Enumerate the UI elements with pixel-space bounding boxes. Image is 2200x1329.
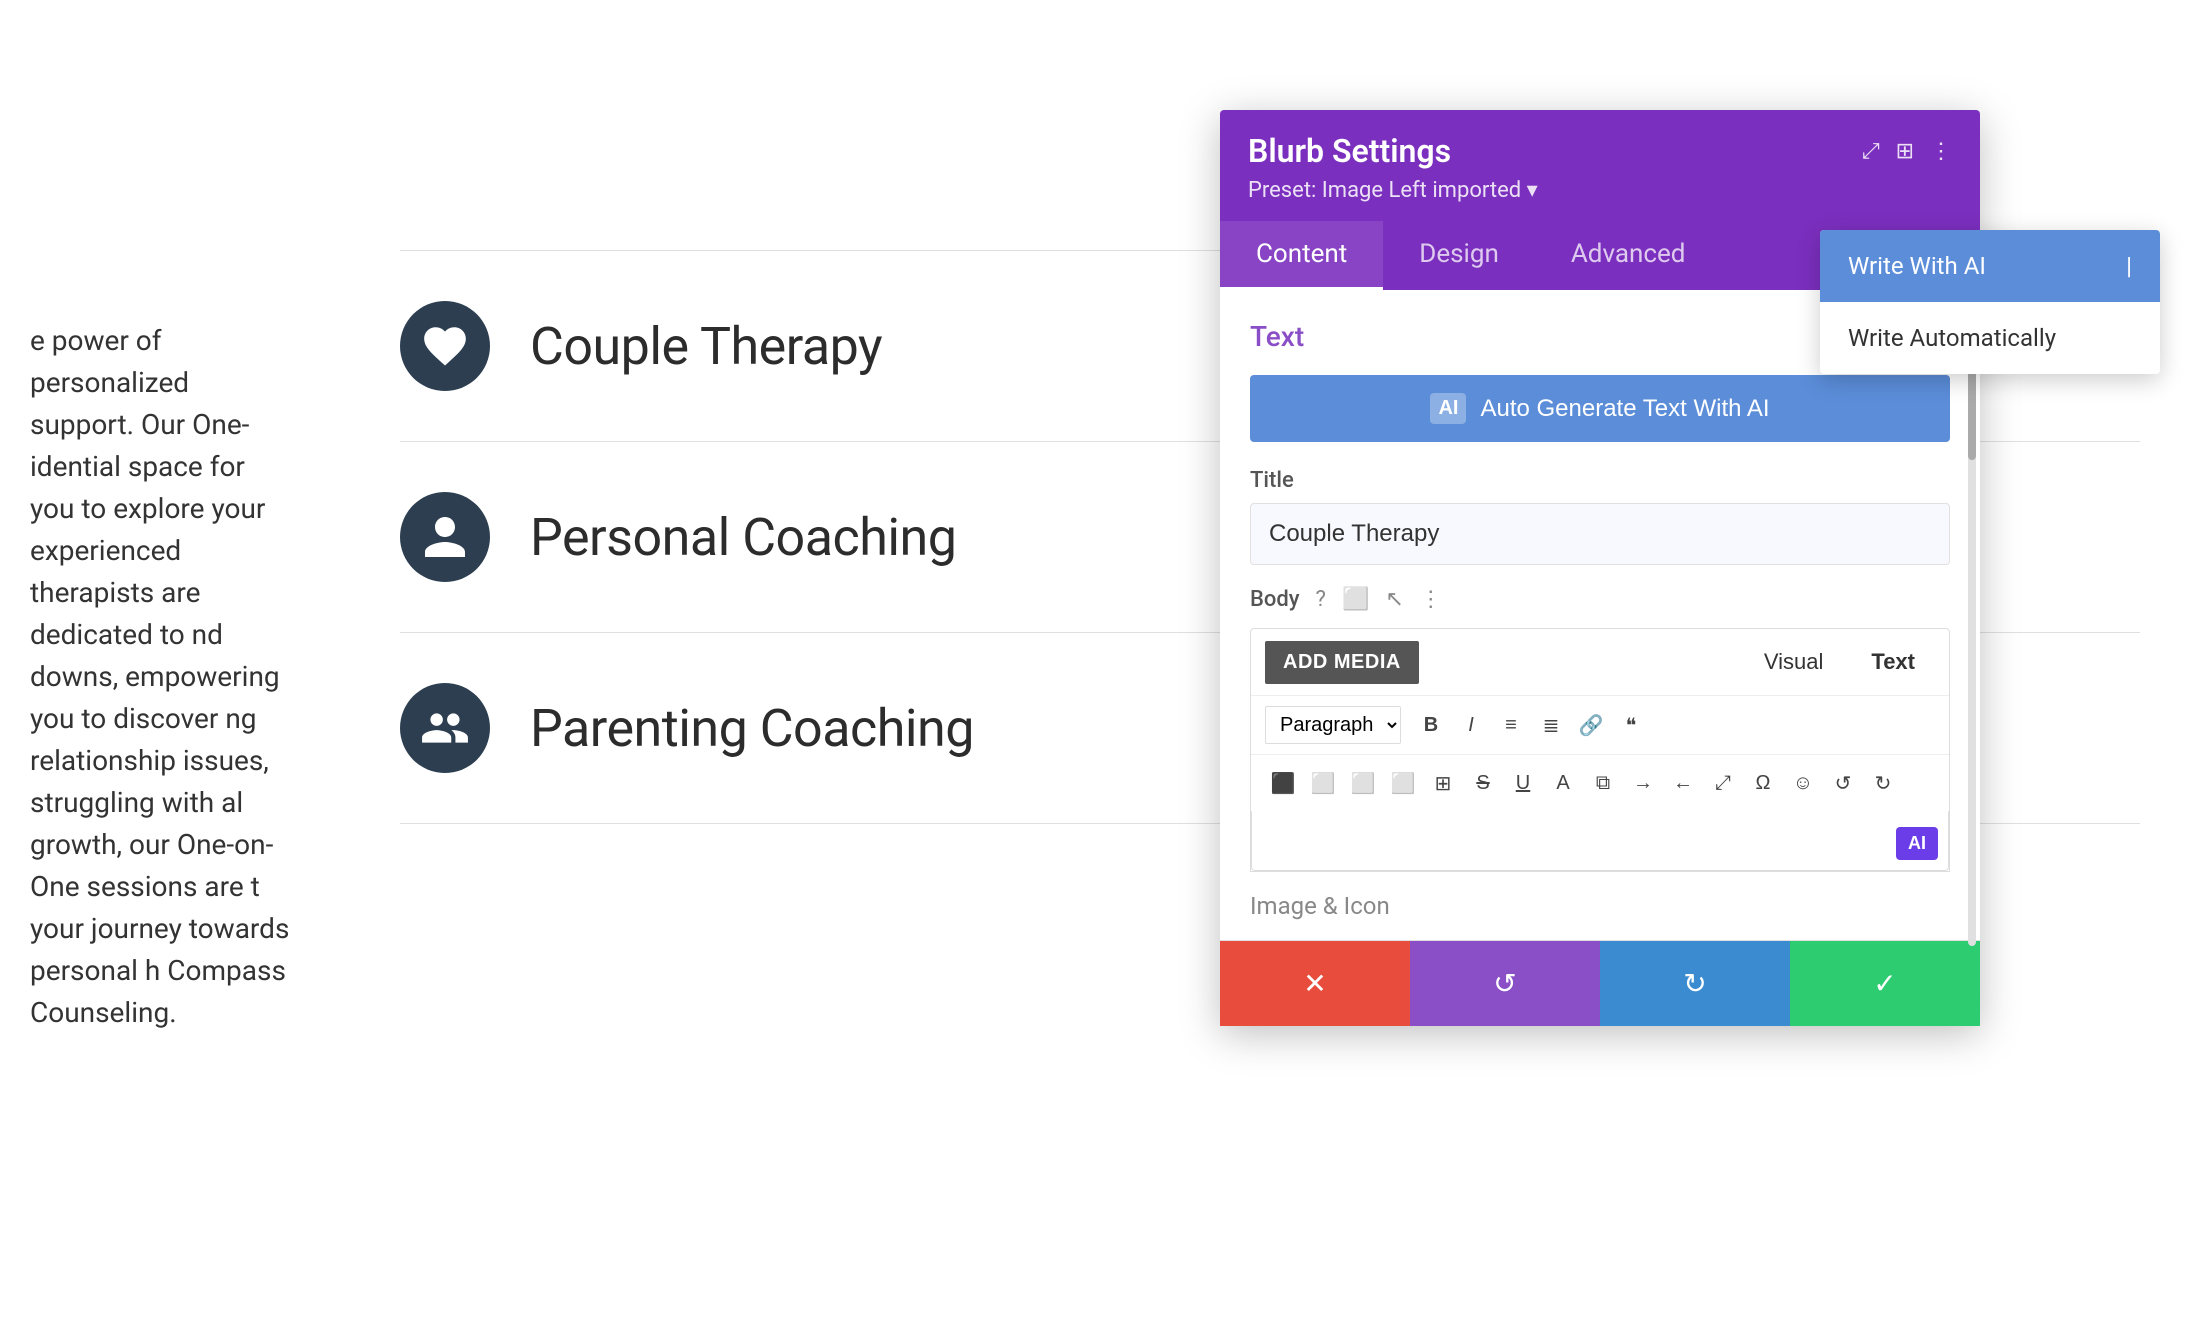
visual-view-button[interactable]: Visual <box>1744 639 1844 685</box>
tab-advanced[interactable]: Advanced <box>1535 221 1722 290</box>
person-svg-icon <box>420 512 470 562</box>
undo-editor-button[interactable]: ↺ <box>1825 765 1861 801</box>
underline-button[interactable]: U <box>1505 765 1541 801</box>
body-field-label: Body <box>1250 587 1300 612</box>
editor-toolbar: ADD MEDIA Visual Text Paragraph Heading … <box>1250 628 1950 872</box>
left-text-panel: e power of personalized support. Our One… <box>0 0 320 1329</box>
redo-button[interactable]: ↻ <box>1600 941 1790 1026</box>
text-color-button[interactable]: A <box>1545 765 1581 801</box>
write-with-ai-option[interactable]: Write With AI | <box>1820 230 2160 302</box>
panel-title: Blurb Settings <box>1248 132 1451 170</box>
cancel-button[interactable]: ✕ <box>1220 941 1410 1026</box>
editor-body[interactable]: AI <box>1251 811 1949 871</box>
image-icon-section-label: Image & Icon <box>1250 892 1950 920</box>
special-chars-button[interactable]: Ω <box>1745 765 1781 801</box>
title-field-label: Title <box>1250 468 1950 493</box>
personal-coaching-icon <box>400 492 490 582</box>
panel-preset[interactable]: Preset: Image Left imported ▾ <box>1248 178 1952 203</box>
add-media-button[interactable]: ADD MEDIA <box>1265 641 1419 684</box>
heart-svg-icon <box>420 321 470 371</box>
bold-button[interactable]: B <box>1413 707 1449 743</box>
columns-icon[interactable]: ⊞ <box>1896 139 1914 164</box>
ai-dropdown-menu: Write With AI | Write Automatically <box>1820 230 2160 374</box>
write-automatically-option[interactable]: Write Automatically <box>1820 302 2160 374</box>
text-section-title: Text <box>1250 320 1304 353</box>
fullscreen-button[interactable]: ⤢ <box>1705 765 1741 801</box>
tab-content[interactable]: Content <box>1220 221 1383 290</box>
body-more-icon[interactable]: ⋮ <box>1420 587 1442 612</box>
description-text: e power of personalized support. Our One… <box>30 320 290 1034</box>
expand-icon[interactable]: ⤢ <box>1862 139 1880 164</box>
undo-button[interactable]: ↺ <box>1410 941 1600 1026</box>
text-view-button[interactable]: Text <box>1851 639 1935 685</box>
ai-small-button[interactable]: AI <box>1896 827 1938 860</box>
copy-button[interactable]: ⧉ <box>1585 765 1621 801</box>
cursor-icon[interactable]: ↖ <box>1385 587 1403 612</box>
couple-therapy-label: Couple Therapy <box>530 316 882 377</box>
outdent-button[interactable]: ← <box>1665 765 1701 801</box>
italic-button[interactable]: I <box>1453 707 1489 743</box>
toolbar-top-row: ADD MEDIA Visual Text <box>1251 629 1949 696</box>
help-icon[interactable]: ? <box>1316 587 1326 612</box>
title-input[interactable] <box>1250 503 1950 565</box>
couple-therapy-icon <box>400 301 490 391</box>
ai-generate-label: Auto Generate Text With AI <box>1480 395 1769 423</box>
paragraph-select[interactable]: Paragraph Heading 1 Heading 2 Heading 3 <box>1265 706 1401 744</box>
more-vert-icon[interactable]: ⋮ <box>1930 139 1952 164</box>
unordered-list-button[interactable]: ≡ <box>1493 707 1529 743</box>
toolbar-align-row: ⬛ ⬜ ⬜ ⬜ ⊞ S U A ⧉ → ← ⤢ Ω ☺ ↺ ↻ <box>1251 755 1949 811</box>
panel-header: Blurb Settings ⤢ ⊞ ⋮ Preset: Image Left … <box>1220 110 1980 221</box>
quote-button[interactable]: ❝ <box>1613 707 1649 743</box>
panel-scrollbar[interactable] <box>1968 340 1976 946</box>
ai-generate-button[interactable]: AI Auto Generate Text With AI <box>1250 375 1950 442</box>
strikethrough-button[interactable]: S <box>1465 765 1501 801</box>
personal-coaching-label: Personal Coaching <box>530 507 956 568</box>
cursor-indicator: | <box>2126 252 2132 280</box>
link-button[interactable]: 🔗 <box>1573 707 1609 743</box>
panel-header-icons: ⤢ ⊞ ⋮ <box>1862 139 1952 164</box>
align-justify-button[interactable]: ⬜ <box>1385 765 1421 801</box>
table-button[interactable]: ⊞ <box>1425 765 1461 801</box>
ai-icon: AI <box>1430 393 1466 424</box>
parenting-coaching-label: Parenting Coaching <box>530 698 974 759</box>
parenting-coaching-icon <box>400 683 490 773</box>
tab-design[interactable]: Design <box>1383 221 1535 290</box>
redo-editor-button[interactable]: ↻ <box>1865 765 1901 801</box>
toolbar-formatting-row: Paragraph Heading 1 Heading 2 Heading 3 … <box>1251 696 1949 755</box>
indent-button[interactable]: → <box>1625 765 1661 801</box>
family-svg-icon <box>420 703 470 753</box>
align-center-button[interactable]: ⬜ <box>1305 765 1341 801</box>
ordered-list-button[interactable]: ≣ <box>1533 707 1569 743</box>
align-left-button[interactable]: ⬛ <box>1265 765 1301 801</box>
panel-bottom-bar: ✕ ↺ ↻ ✓ <box>1220 940 1980 1026</box>
mobile-icon[interactable]: ⬜ <box>1342 587 1369 612</box>
settings-panel: Blurb Settings ⤢ ⊞ ⋮ Preset: Image Left … <box>1220 110 1980 1026</box>
panel-body: Text ▲ ⋮ AI Auto Generate Text With AI T… <box>1220 290 1980 940</box>
align-right-button[interactable]: ⬜ <box>1345 765 1381 801</box>
emoji-button[interactable]: ☺ <box>1785 765 1821 801</box>
save-button[interactable]: ✓ <box>1790 941 1980 1026</box>
panel-title-row: Blurb Settings ⤢ ⊞ ⋮ <box>1248 132 1952 170</box>
body-label-row: Body ? ⬜ ↖ ⋮ <box>1250 587 1950 612</box>
